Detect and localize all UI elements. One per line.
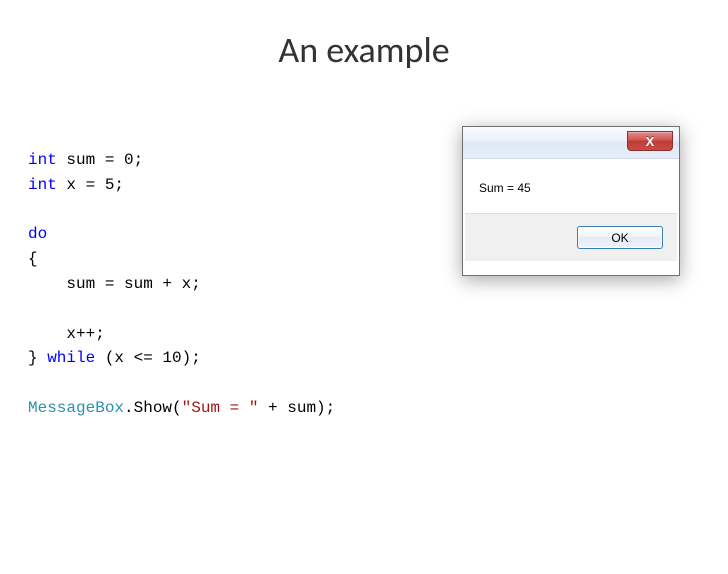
message-box-dialog: X Sum = 45 OK [462,126,680,276]
class-name: MessageBox [28,399,124,417]
keyword: int [28,151,57,169]
dialog-titlebar: X [463,127,679,159]
code-text: x++; [28,325,105,343]
code-text: { [28,250,38,268]
dialog-button-row: OK [465,213,677,261]
close-icon: X [646,134,655,149]
keyword: do [28,225,47,243]
keyword: int [28,176,57,194]
close-button[interactable]: X [627,131,673,151]
ok-button[interactable]: OK [577,226,663,249]
code-text: sum = 0; [57,151,143,169]
code-sample: int sum = 0; int x = 5; do { sum = sum +… [28,148,335,421]
code-text: + sum); [258,399,335,417]
keyword: while [47,349,95,367]
code-text: .Show( [124,399,182,417]
code-text: x = 5; [57,176,124,194]
string-literal: "Sum = " [182,399,259,417]
code-text: (x <= 10); [95,349,201,367]
code-text: sum = sum + x; [28,275,201,293]
code-text: } [28,349,47,367]
slide-title: An example [0,28,728,72]
dialog-message: Sum = 45 [463,159,679,213]
